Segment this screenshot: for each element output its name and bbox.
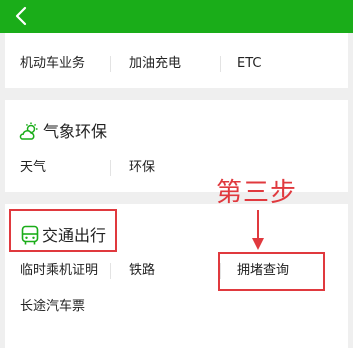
divider bbox=[220, 56, 221, 72]
back-button[interactable] bbox=[8, 3, 34, 29]
highlight-box-transport-title bbox=[9, 209, 117, 252]
service-item-refuel-charge[interactable]: 加油充电 bbox=[129, 56, 181, 72]
highlight-box-congestion-query bbox=[218, 252, 325, 291]
divider bbox=[110, 263, 111, 279]
service-item-etc[interactable]: ETC bbox=[237, 56, 261, 72]
service-item-temporary-boarding-pass[interactable]: 临时乘机证明 bbox=[20, 263, 98, 279]
section-title-weather: 气象环保 bbox=[43, 122, 108, 141]
service-item-railway[interactable]: 铁路 bbox=[129, 263, 155, 279]
divider bbox=[110, 56, 111, 72]
service-item-vehicle-business[interactable]: 机动车业务 bbox=[20, 56, 85, 72]
service-item-environment[interactable]: 环保 bbox=[129, 160, 155, 176]
down-arrow-icon bbox=[252, 210, 264, 250]
weather-sun-cloud-icon bbox=[19, 122, 38, 140]
vehicle-services-card: 机动车业务 加油充电 ETC bbox=[5, 33, 348, 88]
service-item-weather[interactable]: 天气 bbox=[20, 160, 46, 176]
chevron-left-icon bbox=[15, 6, 27, 26]
top-navigation-bar bbox=[0, 0, 353, 33]
divider bbox=[110, 160, 111, 176]
step-annotation: 第三步 bbox=[216, 178, 298, 208]
service-item-long-distance-bus-ticket[interactable]: 长途汽车票 bbox=[20, 299, 85, 315]
